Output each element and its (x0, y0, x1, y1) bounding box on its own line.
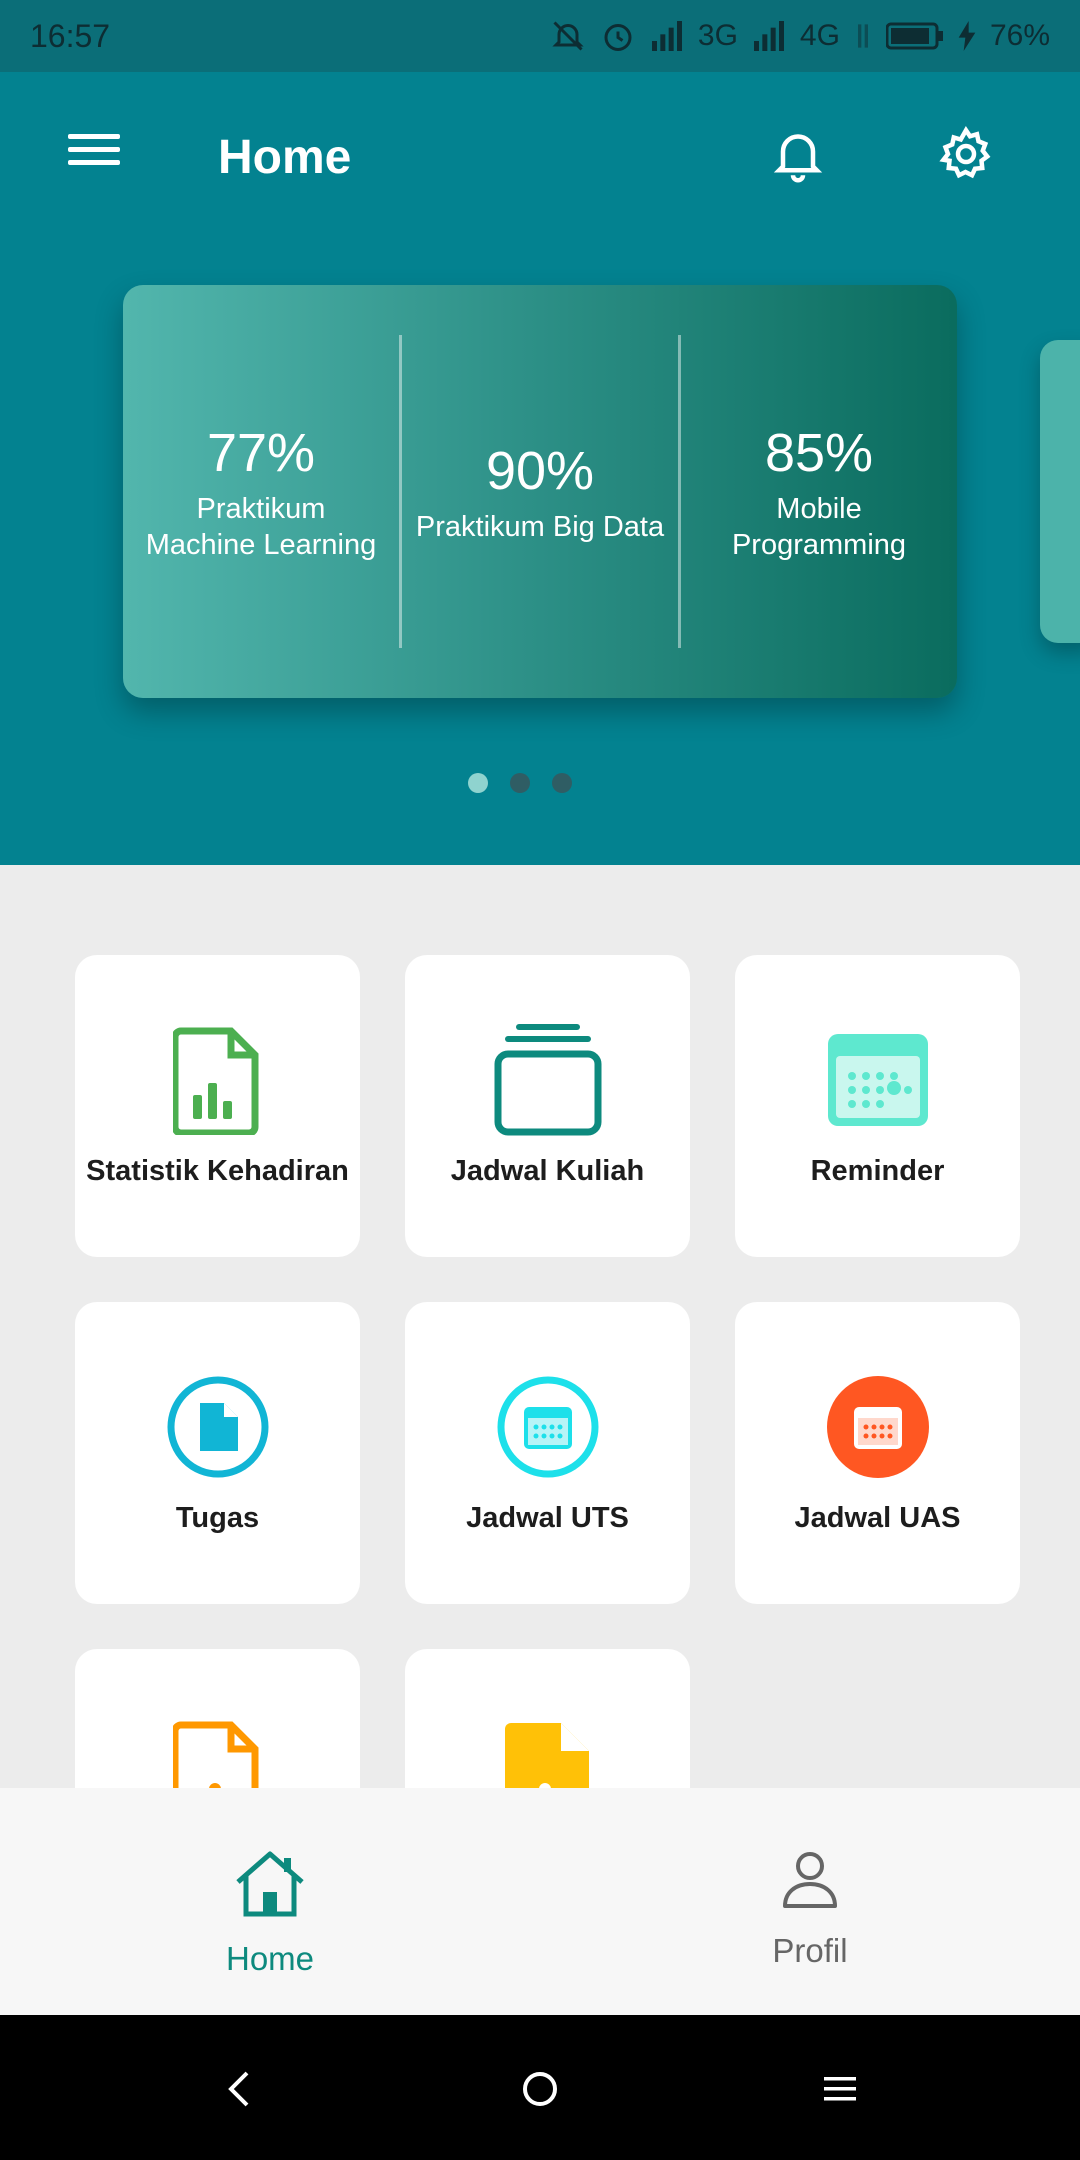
nav-item-profile[interactable]: Profil (540, 1788, 1080, 2015)
stat-item: 77% Praktikum Machine Learning (123, 285, 399, 698)
calendar-icon (823, 1025, 933, 1135)
mute-alarm-icon (550, 18, 586, 54)
carousel-dot[interactable] (552, 773, 572, 793)
document-orange-icon (163, 1719, 273, 1788)
signal-icon (752, 21, 786, 51)
chart-document-icon (163, 1025, 273, 1135)
menu-tile-label: Jadwal UAS (794, 1502, 961, 1534)
stat-label-line: Machine Learning (145, 528, 377, 561)
menu-tile-jadwal-uas[interactable]: Jadwal UAS (735, 1302, 1020, 1604)
menu-lines-icon (824, 2077, 856, 2101)
stat-value: 77% (206, 422, 316, 483)
network-type-4g: 4G (799, 19, 840, 52)
calendar-circle-filled-icon (823, 1372, 933, 1482)
battery-icon (885, 22, 944, 50)
carousel-indicator (0, 773, 1060, 793)
user-icon (783, 1852, 837, 1908)
menu-tile[interactable] (75, 1649, 360, 1788)
stat-label-line: Praktikum Big Data (415, 510, 665, 543)
menu-tile-statistik-kehadiran[interactable]: Statistik Kehadiran (75, 955, 360, 1257)
menu-tile-jadwal-uts[interactable]: Jadwal UTS (405, 1302, 690, 1604)
system-navigation-bar (0, 2015, 1080, 2160)
menu-tile-reminder[interactable]: Reminder (735, 955, 1020, 1257)
carousel-dot[interactable] (468, 773, 488, 793)
nav-item-home[interactable]: Home (0, 1788, 540, 2015)
settings-button[interactable] (936, 124, 1000, 188)
home-system-button[interactable] (510, 2059, 570, 2119)
status-bar: 16:57 3G 4G 76% (0, 0, 1080, 72)
page-title: Home (218, 131, 352, 184)
back-button[interactable] (210, 2059, 270, 2119)
document-circle-icon (163, 1372, 273, 1482)
menu-tile-label: Jadwal Kuliah (450, 1155, 645, 1187)
stat-value: 85% (764, 422, 874, 483)
menu-tile-tugas[interactable]: Tugas (75, 1302, 360, 1604)
status-time: 16:57 (30, 17, 111, 54)
gear-icon (939, 125, 991, 179)
notifications-button[interactable] (768, 124, 832, 188)
network-type-3g: 3G (697, 19, 738, 52)
stat-label: Mobile Programming (732, 491, 906, 563)
stat-label-line: Mobile (776, 492, 862, 525)
stat-item: 90% Praktikum Big Data (402, 285, 678, 698)
stat-label-line: Programming (731, 528, 907, 561)
menu-grid: Statistik Kehadiran Jadwal Kuliah Remind… (75, 955, 1020, 1788)
menu-tile-jadwal-kuliah[interactable]: Jadwal Kuliah (405, 955, 690, 1257)
nav-label-profile: Profil (772, 1932, 848, 1969)
recents-button[interactable] (810, 2059, 870, 2119)
stat-value: 90% (485, 440, 595, 501)
hamburger-icon (68, 134, 120, 165)
app-bar: Home (0, 72, 1080, 240)
nav-label-home: Home (225, 1940, 315, 1977)
circle-home-icon (523, 2072, 557, 2106)
stats-carousel-card[interactable]: 77% Praktikum Machine Learning 90% Prakt… (123, 285, 957, 698)
menu-tile[interactable] (405, 1649, 690, 1788)
back-arrow-icon (228, 2071, 249, 2107)
document-yellow-icon (493, 1719, 603, 1788)
bell-icon (773, 134, 823, 183)
bottom-navigation: Home Profil (0, 1788, 1080, 2015)
menu-button[interactable] (66, 130, 136, 186)
signal-icon (650, 21, 684, 51)
stat-item: 85% Mobile Programming (681, 285, 957, 698)
alarm-clock-icon (600, 18, 636, 54)
battery-percentage: 76% (989, 19, 1050, 52)
data-arrows-icon (854, 21, 872, 51)
next-carousel-card[interactable] (1040, 340, 1080, 643)
home-icon (236, 1851, 304, 1917)
stacked-cards-icon (493, 1024, 603, 1136)
menu-tile-label: Reminder (810, 1155, 945, 1187)
menu-tile-label: Tugas (175, 1502, 260, 1534)
charging-bolt-icon (958, 21, 976, 51)
menu-tile-label: Jadwal UTS (466, 1502, 629, 1534)
menu-tile-label: Statistik Kehadiran (86, 1155, 349, 1187)
carousel-dot[interactable] (510, 773, 530, 793)
stat-label: Praktikum Big Data (416, 509, 664, 545)
stat-label: Praktikum Machine Learning (146, 491, 377, 563)
calendar-circle-icon (493, 1372, 603, 1482)
stat-label-line: Praktikum (196, 492, 326, 525)
